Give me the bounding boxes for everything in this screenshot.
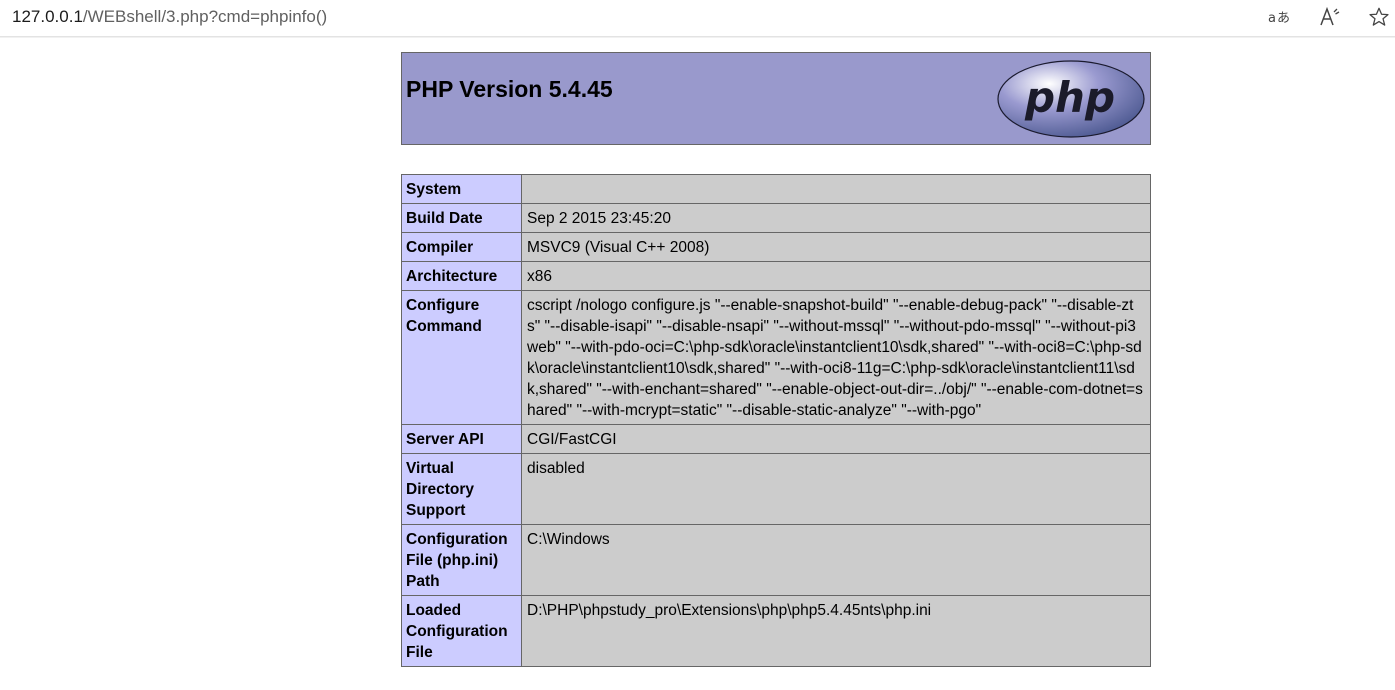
address-bar: 127.0.0.1/WEBshell/3.php?cmd=phpinfo() a…	[0, 0, 1395, 37]
row-key: Server API	[401, 424, 522, 454]
row-key: Configure Command	[401, 290, 522, 425]
table-row: Server API CGI/FastCGI	[401, 424, 1151, 454]
table-row: Virtual Directory Support disabled	[401, 453, 1151, 525]
svg-text:あ: あ	[1277, 11, 1290, 26]
row-value: D:\PHP\phpstudy_pro\Extensions\php\php5.…	[521, 595, 1151, 667]
row-key: Virtual Directory Support	[401, 453, 522, 525]
url-field[interactable]: 127.0.0.1/WEBshell/3.php?cmd=phpinfo()	[12, 7, 327, 27]
row-key: Architecture	[401, 261, 522, 291]
table-row: Loaded Configuration File D:\PHP\phpstud…	[401, 595, 1151, 667]
php-logo[interactable]: php	[996, 59, 1146, 139]
svg-text:a: a	[1268, 11, 1276, 26]
table-row: Configuration File (php.ini) Path C:\Win…	[401, 524, 1151, 596]
star-icon[interactable]	[1366, 5, 1392, 29]
row-key: System	[401, 174, 522, 204]
read-aloud-icon[interactable]	[1317, 5, 1343, 29]
table-row: Build Date Sep 2 2015 23:45:20	[401, 203, 1151, 233]
phpinfo-table: System Build Date Sep 2 2015 23:45:20 Co…	[401, 174, 1151, 667]
row-key: Build Date	[401, 203, 522, 233]
row-value: C:\Windows	[521, 524, 1151, 596]
translate-icon[interactable]: a あ	[1266, 5, 1292, 29]
url-path: /WEBshell/3.php?cmd=phpinfo()	[82, 7, 328, 26]
php-logo-text: php	[1024, 73, 1115, 122]
table-row: Compiler MSVC9 (Visual C++ 2008)	[401, 232, 1151, 262]
url-host: 127.0.0.1	[12, 7, 83, 26]
row-value: MSVC9 (Visual C++ 2008)	[521, 232, 1151, 262]
row-value: CGI/FastCGI	[521, 424, 1151, 454]
row-key: Loaded Configuration File	[401, 595, 522, 667]
row-value: x86	[521, 261, 1151, 291]
page-content: PHP Version 5.4.45 php System Build Date…	[0, 37, 1395, 690]
row-key: Compiler	[401, 232, 522, 262]
phpinfo-header: PHP Version 5.4.45 php	[401, 52, 1151, 145]
page-title: PHP Version 5.4.45	[406, 76, 613, 102]
row-value: Sep 2 2015 23:45:20	[521, 203, 1151, 233]
row-value: cscript /nologo configure.js "--enable-s…	[521, 290, 1151, 425]
row-key: Configuration File (php.ini) Path	[401, 524, 522, 596]
table-row: Configure Command cscript /nologo config…	[401, 290, 1151, 425]
row-value: disabled	[521, 453, 1151, 525]
table-row: Architecture x86	[401, 261, 1151, 291]
table-row: System	[401, 174, 1151, 204]
row-value	[521, 174, 1151, 204]
